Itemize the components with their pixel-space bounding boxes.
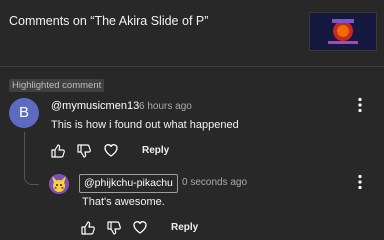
thread-connector [24,132,39,185]
pikachu-avatar-art [49,174,69,194]
thumbs-up-icon[interactable] [80,220,96,236]
highlighted-comment-label: Highlighted comment [9,79,105,92]
reply-avatar[interactable] [49,174,69,194]
comment-time[interactable]: 6 hours ago [139,101,192,112]
thumbnail-art [310,13,376,50]
avatar[interactable]: B [9,98,39,128]
comments-header: Comments on “The Akira Slide of P” [0,0,384,64]
comments-title: Comments on “The Akira Slide of P” [9,14,209,28]
heart-icon[interactable] [132,219,148,235]
reply-button[interactable]: Reply [171,222,198,233]
header-divider [0,66,384,67]
reply-time[interactable]: 0 seconds ago [182,177,247,188]
comment-text: This is how i found out what happened [51,119,239,131]
video-thumbnail[interactable] [309,12,377,51]
more-vert-icon[interactable] [357,97,363,113]
reply-author[interactable]: @phijkchu-pikachu [79,174,178,193]
thumbs-up-icon[interactable] [50,143,66,159]
more-vert-icon[interactable] [357,174,363,190]
thumbs-down-icon[interactable] [106,220,122,236]
reply-text: That's awesome. [82,196,165,208]
comment-author[interactable]: @mymusicmen13 [51,100,139,112]
heart-icon[interactable] [103,142,119,158]
thumbs-down-icon[interactable] [76,143,92,159]
reply-button[interactable]: Reply [142,145,169,156]
